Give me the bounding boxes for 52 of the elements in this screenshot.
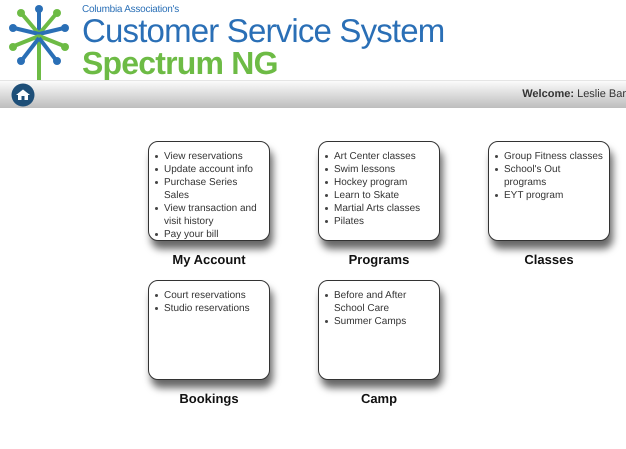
menu-link[interactable]: Purchase Series Sales	[164, 176, 263, 202]
bullet-icon	[155, 207, 158, 210]
menu-link[interactable]: Learn to Skate	[334, 189, 400, 202]
tree-logo-icon	[8, 4, 70, 80]
bullet-icon	[325, 194, 328, 197]
menu-link[interactable]: View reservations	[164, 150, 243, 163]
bullet-icon	[155, 155, 158, 158]
menu-link[interactable]: Pilates	[334, 215, 364, 228]
menu-link[interactable]: Summer Camps	[334, 315, 406, 328]
bullet-icon	[155, 294, 158, 297]
bullet-icon	[325, 181, 328, 184]
bullet-icon	[325, 168, 328, 171]
menu-link[interactable]: Martial Arts classes	[334, 202, 420, 215]
product-name: Spectrum NG	[82, 47, 279, 79]
menu-link[interactable]: School's Out programs	[504, 163, 603, 189]
menu-link[interactable]: Group Fitness classes	[504, 150, 603, 163]
menu-card[interactable]: Court reservations Studio reservations	[148, 280, 270, 380]
menu-link[interactable]: View transaction and visit history	[164, 202, 263, 228]
bullet-icon	[155, 168, 158, 171]
bullet-icon	[155, 181, 158, 184]
bullet-icon	[325, 320, 328, 323]
card-title: Classes	[524, 252, 574, 268]
menu-link[interactable]: Court reservations	[164, 289, 246, 302]
card-title: Camp	[360, 391, 398, 407]
menu-link[interactable]: Art Center classes	[334, 150, 416, 163]
card-title: Programs	[348, 252, 410, 268]
system-title: Customer Service System	[82, 15, 444, 47]
card-title: Bookings	[179, 391, 239, 407]
bullet-icon	[495, 194, 498, 197]
menu-link[interactable]: Hockey program	[334, 176, 408, 189]
bullet-icon	[155, 307, 158, 310]
bullet-icon	[325, 207, 328, 210]
welcome-message: Welcome: Leslie Bar	[522, 87, 626, 102]
home-icon[interactable]	[11, 82, 35, 106]
bullet-icon	[325, 294, 328, 297]
menu-link[interactable]: Update account info	[164, 163, 253, 176]
menu-link[interactable]: Before and After School Care	[334, 289, 433, 315]
menu-card[interactable]: Before and After School Care Summer Camps	[318, 280, 440, 380]
menu-card[interactable]: Group Fitness classes School's Out programs EYT program	[488, 141, 610, 241]
organization-name: Columbia Association's	[82, 4, 180, 15]
bullet-icon	[495, 168, 498, 171]
menu-link[interactable]: Swim lessons	[334, 163, 396, 176]
menu-link[interactable]: Pay your bill	[164, 228, 218, 241]
bullet-icon	[325, 220, 328, 223]
menu-card[interactable]: View reservations Update account info Purchase Series Sales View transaction and visit history Pay your bill	[148, 141, 270, 241]
menu-card[interactable]: Art Center classes Swim lessons Hockey program Learn to Skate Martial Arts classes Pilates	[318, 141, 440, 241]
bullet-icon	[495, 155, 498, 158]
card-title: My Account	[172, 252, 246, 268]
bullet-icon	[155, 233, 158, 236]
menu-link[interactable]: EYT program	[504, 189, 564, 202]
bullet-icon	[325, 155, 328, 158]
menu-link[interactable]: Studio reservations	[164, 302, 250, 315]
